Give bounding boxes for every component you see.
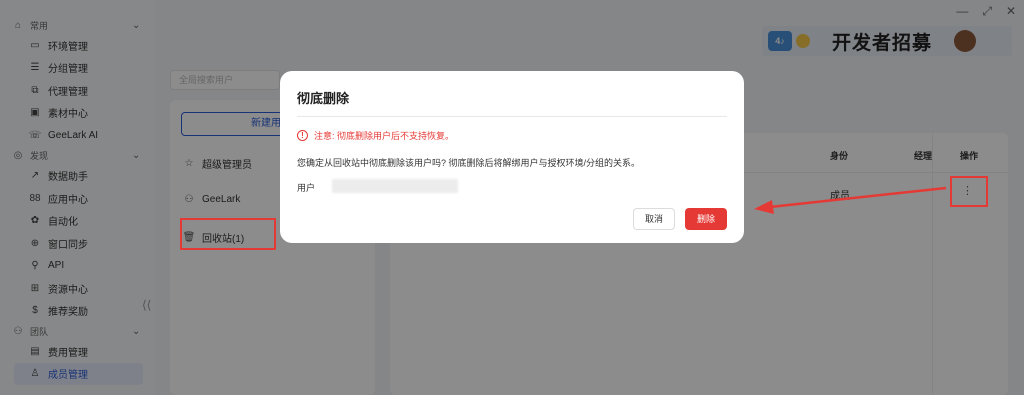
warning-icon: ! [297, 130, 308, 141]
dialog-title: 彻底删除 [297, 91, 350, 106]
cancel-button[interactable]: 取消 [633, 208, 675, 230]
user-label: 用户 [297, 183, 316, 193]
dialog-divider [297, 116, 727, 117]
warning-text: 注意: 彻底删除用户后不支持恢复。 [314, 131, 455, 141]
dialog-description: 您确定从回收站中彻底删除该用户吗? 彻底删除后将解绑用户与授权环境/分组的关系。 [297, 158, 641, 168]
user-value-redacted [332, 179, 458, 193]
confirm-delete-dialog: 彻底删除 ! 注意: 彻底删除用户后不支持恢复。 您确定从回收站中彻底删除该用户… [280, 71, 744, 243]
warning-message: ! 注意: 彻底删除用户后不支持恢复。 [297, 129, 454, 142]
delete-button[interactable]: 删除 [685, 208, 727, 230]
